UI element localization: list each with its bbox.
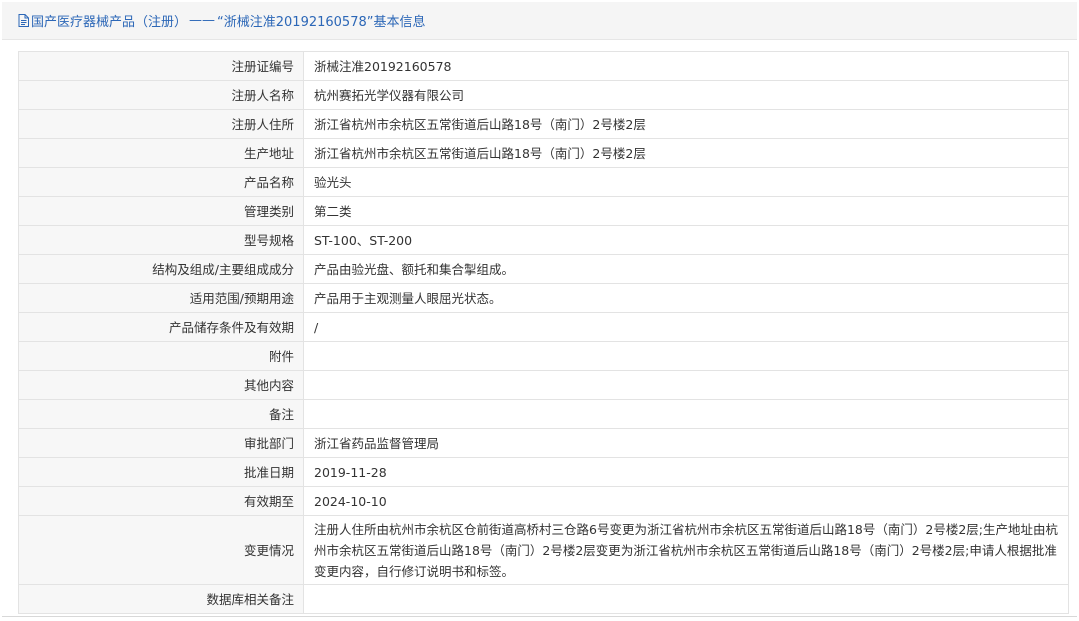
- row-label: 型号规格: [18, 225, 304, 255]
- table-row: 生产地址 浙江省杭州市余杭区五常街道后山路18号（南门）2号楼2层: [18, 138, 1069, 168]
- row-value: 浙江省杭州市余杭区五常街道后山路18号（南门）2号楼2层: [303, 138, 1069, 168]
- table-row: 变更情况 注册人住所由杭州市余杭区仓前街道高桥村三仓路6号变更为浙江省杭州市余杭…: [18, 515, 1069, 585]
- row-value: 注册人住所由杭州市余杭区仓前街道高桥村三仓路6号变更为浙江省杭州市余杭区五常街道…: [303, 515, 1069, 585]
- row-label: 数据库相关备注: [18, 584, 304, 614]
- breadcrumb-separator: ——: [189, 13, 216, 28]
- table-row: 数据库相关备注: [18, 584, 1069, 614]
- row-label: 管理类别: [18, 196, 304, 226]
- row-label: 结构及组成/主要组成成分: [18, 254, 304, 284]
- row-label: 产品储存条件及有效期: [18, 312, 304, 342]
- table-row: 备注: [18, 399, 1069, 429]
- divider: [2, 616, 1077, 617]
- row-label: 生产地址: [18, 138, 304, 168]
- table-row: 审批部门 浙江省药品监督管理局: [18, 428, 1069, 458]
- row-value: 浙江省药品监督管理局: [303, 428, 1069, 458]
- row-value: [303, 584, 1069, 614]
- row-label: 有效期至: [18, 486, 304, 516]
- row-label: 备注: [18, 399, 304, 429]
- row-value: 杭州赛拓光学仪器有限公司: [303, 80, 1069, 110]
- row-label: 注册人名称: [18, 80, 304, 110]
- table-row: 型号规格 ST-100、ST-200: [18, 225, 1069, 255]
- row-label: 注册证编号: [18, 51, 304, 81]
- row-value: [303, 341, 1069, 371]
- row-label: 产品名称: [18, 167, 304, 197]
- row-label: 批准日期: [18, 457, 304, 487]
- table-row: 产品名称 验光头: [18, 167, 1069, 197]
- page: 国产医疗器械产品（注册） —— “浙械注准20192160578”基本信息 注册…: [0, 0, 1079, 621]
- row-label: 变更情况: [18, 515, 304, 585]
- page-title-bar: 国产医疗器械产品（注册） —— “浙械注准20192160578”基本信息: [2, 2, 1077, 40]
- row-value: 2024-10-10: [303, 486, 1069, 516]
- table-row: 结构及组成/主要组成成分 产品由验光盘、额托和集合掣组成。: [18, 254, 1069, 284]
- table-row: 批准日期 2019-11-28: [18, 457, 1069, 487]
- breadcrumb-link[interactable]: 国产医疗器械产品（注册）: [31, 11, 187, 30]
- table-row: 注册证编号 浙械注准20192160578: [18, 51, 1069, 81]
- row-value: ST-100、ST-200: [303, 225, 1069, 255]
- row-value: [303, 399, 1069, 429]
- table-row: 注册人住所 浙江省杭州市余杭区五常街道后山路18号（南门）2号楼2层: [18, 109, 1069, 139]
- info-table: 注册证编号 浙械注准20192160578 注册人名称 杭州赛拓光学仪器有限公司…: [18, 51, 1069, 614]
- row-value: 产品由验光盘、额托和集合掣组成。: [303, 254, 1069, 284]
- row-label: 适用范围/预期用途: [18, 283, 304, 313]
- row-value: /: [303, 312, 1069, 342]
- row-value: 产品用于主观测量人眼屈光状态。: [303, 283, 1069, 313]
- row-value: 浙江省杭州市余杭区五常街道后山路18号（南门）2号楼2层: [303, 109, 1069, 139]
- table-row: 适用范围/预期用途 产品用于主观测量人眼屈光状态。: [18, 283, 1069, 313]
- page-title: “浙械注准20192160578”基本信息: [217, 15, 426, 30]
- table-row: 产品储存条件及有效期 /: [18, 312, 1069, 342]
- table-row: 注册人名称 杭州赛拓光学仪器有限公司: [18, 80, 1069, 110]
- table-row: 附件: [18, 341, 1069, 371]
- row-label: 其他内容: [18, 370, 304, 400]
- table-row: 管理类别 第二类: [18, 196, 1069, 226]
- row-value: 浙械注准20192160578: [303, 51, 1069, 81]
- row-value: 2019-11-28: [303, 457, 1069, 487]
- table-row: 有效期至 2024-10-10: [18, 486, 1069, 516]
- row-value: [303, 370, 1069, 400]
- document-icon: [18, 14, 29, 27]
- row-label: 审批部门: [18, 428, 304, 458]
- row-value: 验光头: [303, 167, 1069, 197]
- row-label: 附件: [18, 341, 304, 371]
- row-value: 第二类: [303, 196, 1069, 226]
- table-row: 其他内容: [18, 370, 1069, 400]
- row-label: 注册人住所: [18, 109, 304, 139]
